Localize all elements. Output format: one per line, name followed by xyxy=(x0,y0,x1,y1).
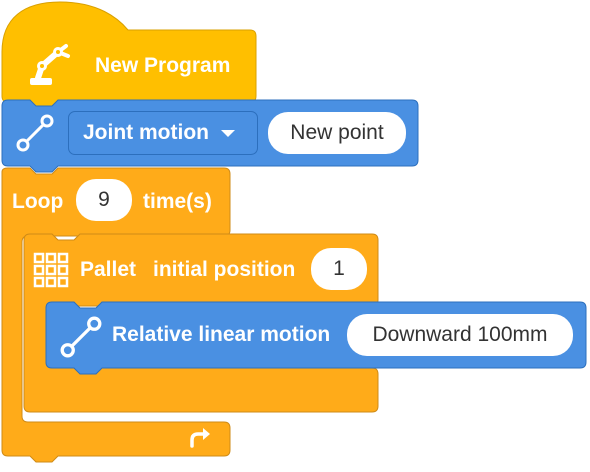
pallet-label: Pallet xyxy=(80,258,137,281)
loop-count-input[interactable]: 9 xyxy=(76,179,132,221)
chevron-down-icon xyxy=(220,129,235,137)
loop-suffix: time(s) xyxy=(143,190,212,213)
pallet-position-label: initial position xyxy=(153,258,296,281)
relative-motion-label: Relative linear motion xyxy=(112,323,331,346)
pallet-position-input[interactable]: 1 xyxy=(311,248,367,290)
robot-arm-icon xyxy=(30,44,70,85)
joint-motion-mode-dropdown[interactable]: Joint motion xyxy=(68,111,258,155)
pallet-grid-icon xyxy=(33,252,69,288)
line-motion-icon xyxy=(16,114,54,152)
target-point-input[interactable]: New point xyxy=(268,112,406,154)
program-title: New Program xyxy=(95,54,231,77)
dropdown-value: Joint motion xyxy=(83,121,209,144)
distance-dropdown[interactable]: Downward 100mm xyxy=(347,314,573,356)
repeat-arrow-icon xyxy=(190,428,210,448)
program-canvas xyxy=(1,1,587,463)
line-motion-icon xyxy=(60,316,102,358)
loop-label: Loop xyxy=(12,190,64,213)
